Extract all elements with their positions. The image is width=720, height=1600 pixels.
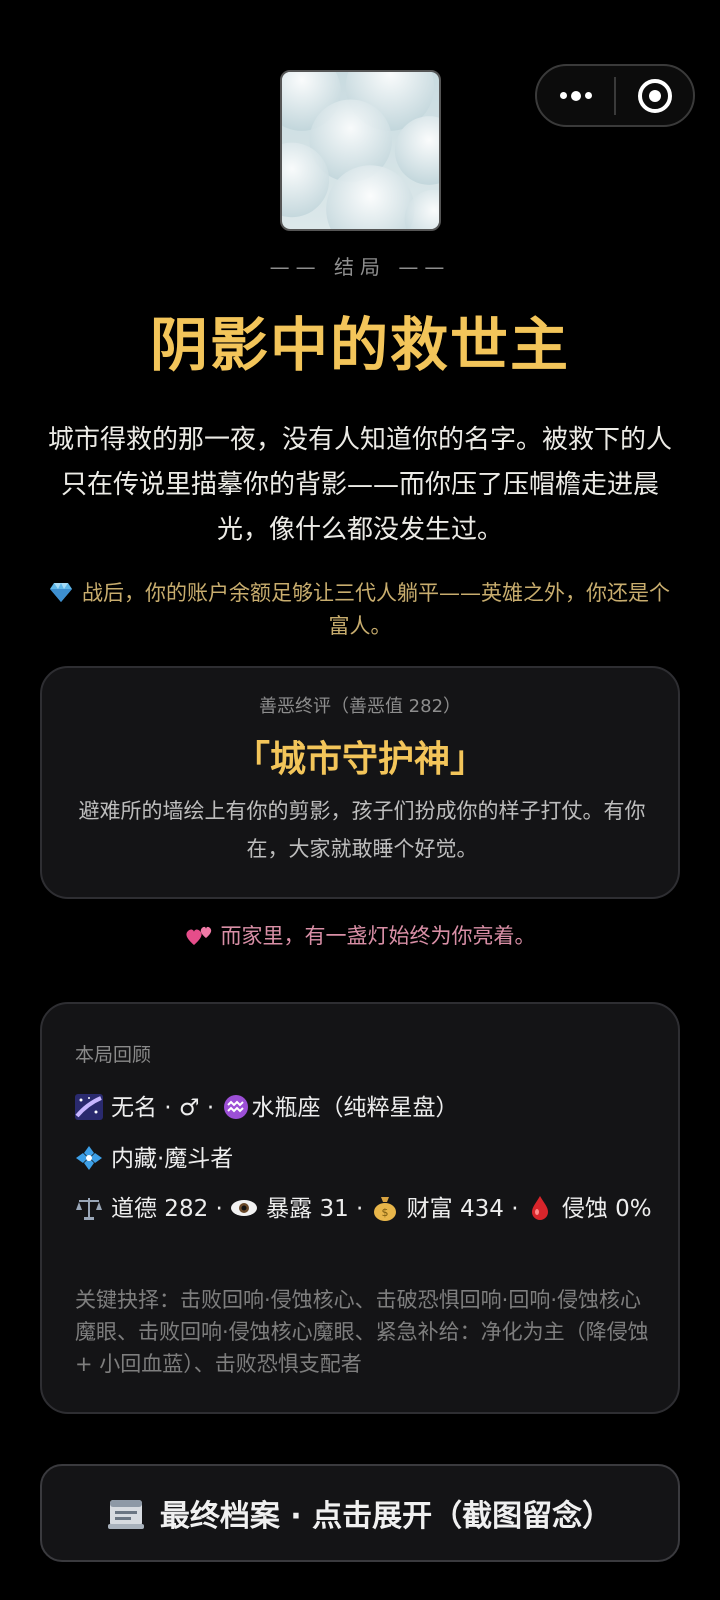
zodiac-text: 水瓶座（纯粹星盘） bbox=[251, 1095, 459, 1121]
karma-description: 避难所的墙绘上有你的剪影，孩子们扮成你的样子打仗。有你在，大家就敢睡个好觉。 bbox=[78, 799, 646, 861]
wealth-note-text: 战后，你的账户余额足够让三代人躺平——英雄之外，你还是个富人。 bbox=[82, 581, 670, 638]
ending-label: —— 结局 —— bbox=[269, 255, 451, 279]
stat-morality: 道德 282 · bbox=[111, 1196, 231, 1222]
stats-line: 道德 282 · 暴露 31 · $ 财富 434 · 侵蚀 0% bbox=[75, 1190, 655, 1228]
target-close-icon[interactable] bbox=[616, 66, 693, 125]
karma-subtitle: 善恶终评（善恶值 282） bbox=[258, 696, 462, 717]
blood-drop-icon bbox=[526, 1195, 554, 1221]
identity-line: 无名 · ♂ · 水瓶座（纯粹星盘） bbox=[75, 1088, 459, 1122]
review-card: 本局回顾 无名 · ♂ · 水瓶座（纯粹星盘） 内藏·魔斗者 道德 282 · … bbox=[40, 1002, 680, 1414]
review-heading: 本局回顾 bbox=[75, 1044, 152, 1066]
stat-corruption: 侵蚀 0% bbox=[561, 1196, 652, 1222]
stat-exposure: 暴露 31 · bbox=[266, 1196, 371, 1222]
key-choices: 关键抉择：击败回响·侵蚀核心、击破恐惧回响·回响·侵蚀核心魔眼、击败回响·侵蚀核… bbox=[75, 1288, 649, 1376]
scales-icon bbox=[75, 1195, 103, 1221]
cloud-cover-art bbox=[280, 70, 441, 231]
identity-text: 无名 · ♂ · bbox=[111, 1095, 222, 1121]
class-text: 内藏·魔斗者 bbox=[111, 1146, 234, 1172]
card-file-icon bbox=[107, 1496, 144, 1530]
ending-screen: —— 结局 —— 阴影中的救世主 城市得救的那一夜，没有人知道你的名字。被救下的… bbox=[0, 0, 720, 1600]
karma-title: 「城市守护神」 bbox=[233, 739, 486, 780]
final-archive-button[interactable]: 最终档案 · 点击展开（截图留念） bbox=[40, 1464, 680, 1562]
miniprogram-capsule bbox=[535, 64, 695, 127]
home-note: 而家里，有一盏灯始终为你亮着。 bbox=[0, 920, 720, 950]
money-bag-icon: $ bbox=[371, 1195, 399, 1221]
diamond-flower-icon bbox=[75, 1145, 103, 1171]
ending-narrative: 城市得救的那一夜，没有人知道你的名字。被救下的人只在传说里描摹你的背影——而你压… bbox=[47, 425, 672, 545]
wealth-note: 战后，你的账户余额足够让三代人躺平——英雄之外，你还是个富人。 bbox=[40, 577, 680, 643]
svg-text:$: $ bbox=[381, 1206, 388, 1219]
aquarius-icon bbox=[222, 1094, 250, 1120]
home-note-text: 而家里，有一盏灯始终为你亮着。 bbox=[220, 924, 536, 948]
stat-wealth: 财富 434 · bbox=[406, 1196, 526, 1222]
ending-title: 阴影中的救世主 bbox=[149, 311, 570, 379]
galaxy-icon bbox=[75, 1094, 103, 1120]
two-hearts-icon bbox=[185, 926, 211, 945]
karma-card: 善恶终评（善恶值 282） 「城市守护神」 避难所的墙绘上有你的剪影，孩子们扮成… bbox=[40, 666, 680, 899]
gem-icon bbox=[50, 583, 72, 602]
final-archive-label: 最终档案 · 点击展开（截图留念） bbox=[159, 1499, 613, 1534]
class-line: 内藏·魔斗者 bbox=[75, 1139, 233, 1173]
more-dots-icon[interactable] bbox=[537, 66, 614, 125]
eye-icon bbox=[230, 1195, 258, 1221]
